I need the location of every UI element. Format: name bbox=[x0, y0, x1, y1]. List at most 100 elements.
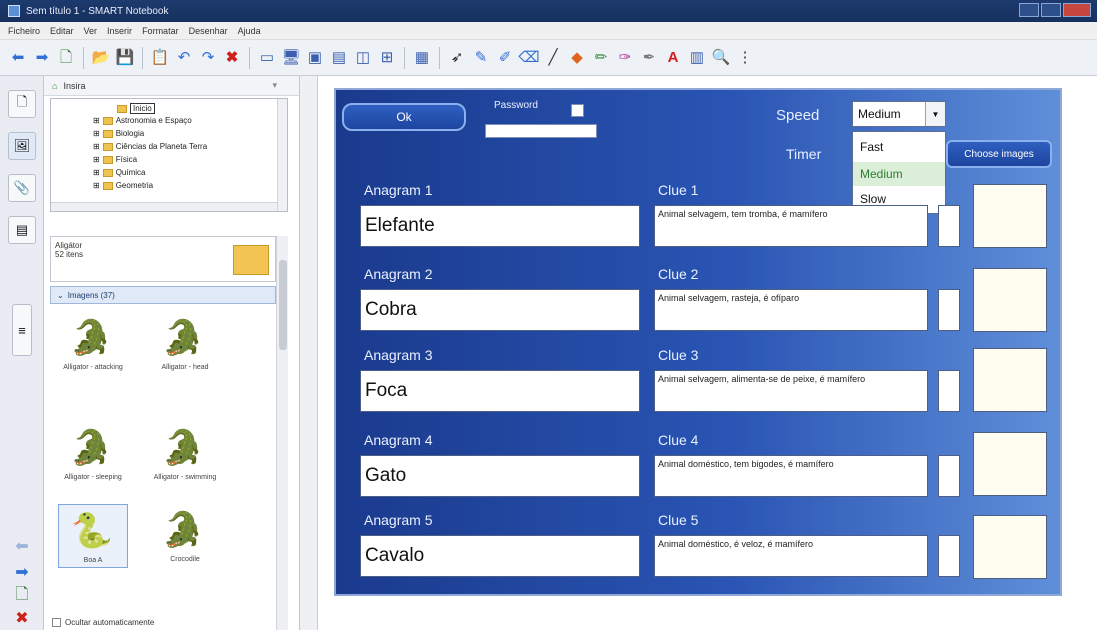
clue-input[interactable]: Animal selvagem, rasteja, é ofíparo bbox=[654, 289, 928, 331]
eraser-icon[interactable]: ⌫ bbox=[518, 48, 539, 68]
category-header[interactable]: ⌄ Imagens (37) bbox=[50, 286, 276, 304]
delete-icon-bottom[interactable]: ✖ bbox=[8, 608, 36, 628]
screen-shade-icon[interactable]: ▭ bbox=[257, 48, 277, 68]
pen-icon[interactable]: ✎ bbox=[471, 48, 491, 68]
clue-input[interactable]: Animal doméstico, é veloz, é mamífero bbox=[654, 535, 928, 577]
undo-icon[interactable]: ↶ bbox=[174, 48, 194, 68]
password-checkbox[interactable] bbox=[571, 104, 584, 117]
redo-icon[interactable]: ↷ bbox=[198, 48, 218, 68]
password-input[interactable] bbox=[485, 124, 597, 138]
menu-edit[interactable]: Editar bbox=[50, 26, 74, 36]
image-slot[interactable] bbox=[938, 535, 960, 577]
collapse-handle[interactable]: ≡ bbox=[12, 304, 32, 356]
tree-item-biology[interactable]: ⊞ Biologia bbox=[93, 129, 144, 138]
delete-icon[interactable]: ✖ bbox=[222, 48, 242, 68]
page-sorter-tab[interactable]: 🗋 bbox=[8, 90, 36, 118]
save-icon[interactable]: 💾 bbox=[115, 48, 135, 68]
gallery-thumb[interactable]: 🐊 Alligator - swimming bbox=[150, 422, 220, 486]
table-icon[interactable]: ▦ bbox=[412, 48, 432, 68]
maximize-button[interactable] bbox=[1041, 3, 1061, 17]
gallery-search-icon[interactable]: 🔍 bbox=[711, 48, 731, 68]
image-box[interactable] bbox=[973, 432, 1047, 496]
add-page-icon-bottom[interactable]: 🗋 bbox=[8, 586, 36, 606]
image-box[interactable] bbox=[973, 348, 1047, 412]
tree-vertical-scrollbar[interactable] bbox=[277, 99, 287, 211]
properties-tab[interactable]: ▤ bbox=[8, 216, 36, 244]
gallery-thumb[interactable]: 🐊 Alligator - attacking bbox=[58, 312, 128, 376]
clue-input[interactable]: Animal selvagem, tem tromba, é mamífero bbox=[654, 205, 928, 247]
fill-icon[interactable]: ✑ bbox=[615, 48, 635, 68]
gallery-thumb-selected[interactable]: 🐍 Boa A bbox=[58, 504, 128, 568]
creative-pen-icon[interactable]: ✐ bbox=[495, 48, 515, 68]
open-folder-icon[interactable]: 📂 bbox=[91, 48, 111, 68]
more-icon[interactable]: ⋮ bbox=[735, 48, 755, 68]
minimize-button[interactable] bbox=[1019, 3, 1039, 17]
menu-view[interactable]: Ver bbox=[84, 26, 98, 36]
speed-option-fast[interactable]: Fast bbox=[853, 135, 945, 159]
tree-item-selected[interactable]: Inicio bbox=[117, 103, 155, 114]
paste-icon[interactable]: 📋 bbox=[150, 48, 170, 68]
back-arrow-icon[interactable]: ⬅ bbox=[8, 48, 28, 68]
gallery-search-bar[interactable]: ⌂ Insira ▾ bbox=[44, 76, 299, 96]
magic-pen-icon[interactable]: ✏ bbox=[591, 48, 611, 68]
camera-icon[interactable]: ◫ bbox=[353, 48, 373, 68]
tree-item-chemistry[interactable]: ⊞ Química bbox=[93, 168, 146, 177]
panel-splitter[interactable] bbox=[300, 76, 318, 630]
forward-arrow-icon-bottom[interactable]: ➡ bbox=[8, 562, 36, 582]
back-arrow-icon-bottom[interactable]: ⬅ bbox=[8, 536, 36, 556]
menu-draw[interactable]: Desenhar bbox=[189, 26, 228, 36]
auto-hide-option[interactable]: Ocultar automaticamente bbox=[52, 618, 154, 627]
tree-item-geometry[interactable]: ⊞ Geometria bbox=[93, 181, 153, 190]
tree-horizontal-scrollbar[interactable] bbox=[51, 202, 277, 211]
menu-help[interactable]: Ajuda bbox=[238, 26, 261, 36]
select-icon[interactable]: ➶ bbox=[447, 48, 467, 68]
screen-capture-icon[interactable]: ▣ bbox=[305, 48, 325, 68]
anagram-input[interactable]: Elefante bbox=[360, 205, 640, 247]
tree-item-earth-sciences[interactable]: ⊞ Ciências da Planeta Terra bbox=[93, 142, 207, 151]
image-box[interactable] bbox=[973, 184, 1047, 248]
gallery-thumb[interactable]: 🐊 Alligator - head bbox=[150, 312, 220, 376]
auto-hide-checkbox[interactable] bbox=[52, 618, 61, 627]
clue-input[interactable]: Animal doméstico, tem bigodes, é mamífer… bbox=[654, 455, 928, 497]
gallery-thumb[interactable]: 🐊 Alligator - sleeping bbox=[58, 422, 128, 486]
projector-icon[interactable]: ▤ bbox=[329, 48, 349, 68]
text-icon[interactable]: A bbox=[663, 48, 683, 68]
document-camera-icon[interactable]: ⊞ bbox=[377, 48, 397, 68]
attachments-tab[interactable]: 📎 bbox=[8, 174, 36, 202]
speed-select[interactable]: Medium ▼ bbox=[852, 101, 946, 127]
image-slot[interactable] bbox=[938, 205, 960, 247]
menu-format[interactable]: Formatar bbox=[142, 26, 179, 36]
close-window-button[interactable] bbox=[1063, 3, 1091, 17]
image-box[interactable] bbox=[973, 515, 1047, 579]
dropdown-arrow-icon[interactable]: ▾ bbox=[272, 80, 277, 91]
chevron-down-icon[interactable]: ▼ bbox=[925, 102, 945, 126]
shapes-icon[interactable]: ◆ bbox=[567, 48, 587, 68]
ok-button[interactable]: Ok bbox=[342, 103, 466, 131]
image-slot[interactable] bbox=[938, 455, 960, 497]
image-slot[interactable] bbox=[938, 370, 960, 412]
choose-images-button[interactable]: Choose images bbox=[946, 140, 1052, 168]
menu-file[interactable]: Ficheiro bbox=[8, 26, 40, 36]
anagram-input[interactable]: Gato bbox=[360, 455, 640, 497]
gallery-thumb[interactable]: 🐊 Crocodile bbox=[150, 504, 220, 568]
speed-option-medium[interactable]: Medium bbox=[853, 162, 945, 186]
gallery-scrollbar[interactable] bbox=[276, 236, 288, 630]
properties-icon[interactable]: ▥ bbox=[687, 48, 707, 68]
scrollbar-thumb[interactable] bbox=[279, 260, 287, 350]
tree-item-astronomy[interactable]: ⊞ Astronomia e Espaço bbox=[93, 116, 192, 125]
display-icon[interactable]: 🖥 bbox=[281, 48, 301, 68]
anagram-input[interactable]: Foca bbox=[360, 370, 640, 412]
add-page-icon[interactable]: 🗋 bbox=[56, 48, 76, 68]
gallery-tab[interactable]: 🖼 bbox=[8, 132, 36, 160]
clue-input[interactable]: Animal selvagem, alimenta-se de peixe, é… bbox=[654, 370, 928, 412]
image-box[interactable] bbox=[973, 268, 1047, 332]
line-icon[interactable]: ╱ bbox=[543, 48, 563, 68]
anagram-input[interactable]: Cobra bbox=[360, 289, 640, 331]
anagram-input[interactable]: Cavalo bbox=[360, 535, 640, 577]
recognition-pen-icon[interactable]: ✒ bbox=[639, 48, 659, 68]
tree-item-physics[interactable]: ⊞ Física bbox=[93, 155, 137, 164]
image-slot[interactable] bbox=[938, 289, 960, 331]
menu-insert[interactable]: Inserir bbox=[107, 26, 132, 36]
forward-arrow-icon[interactable]: ➡ bbox=[32, 48, 52, 68]
gallery-search-text[interactable]: Insira bbox=[63, 81, 85, 91]
